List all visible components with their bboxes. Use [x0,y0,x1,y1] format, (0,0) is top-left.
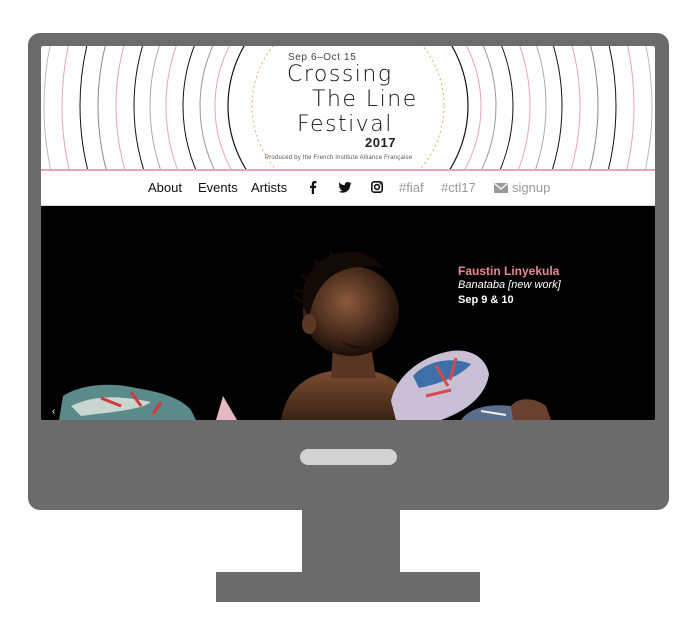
nav-artists[interactable]: Artists [251,180,287,195]
facebook-icon[interactable] [309,181,317,194]
monitor-chin-badge [300,449,397,465]
featured-artist[interactable]: Faustin Linyekula [458,264,559,278]
instagram-icon[interactable] [371,181,383,193]
main-nav: About Events Artists #fiaf #ctl17 signup [41,171,655,206]
hashtag-fiaf[interactable]: #fiaf [399,180,424,195]
signup-link[interactable]: signup [512,180,550,195]
festival-title-line1[interactable]: Crossing [287,62,393,87]
monitor-stand-base [216,572,480,602]
monitor-screen: Sep 6–Oct 15 Crossing The Line Festival … [41,46,655,420]
envelope-icon[interactable] [494,183,508,193]
site-header: Sep 6–Oct 15 Crossing The Line Festival … [41,46,655,171]
nav-events[interactable]: Events [198,180,238,195]
festival-title-line2[interactable]: The Line [312,87,418,112]
twitter-icon[interactable] [338,182,352,193]
produced-by-text: Produced by the French Institute Allianc… [265,155,413,161]
monitor-stand-neck [302,510,400,572]
nav-about[interactable]: About [148,180,182,195]
dancer-photo [59,251,551,420]
festival-year: 2017 [365,135,396,150]
festival-title-line3[interactable]: Festival [297,112,393,137]
featured-work: Banataba [new work] [458,279,561,291]
slideshow-prev-icon[interactable]: ‹ [52,406,55,417]
featured-dates: Sep 9 & 10 [458,294,514,306]
hashtag-ctl17[interactable]: #ctl17 [441,180,476,195]
hero-slideshow[interactable]: Faustin Linyekula Banataba [new work] Se… [41,206,655,420]
